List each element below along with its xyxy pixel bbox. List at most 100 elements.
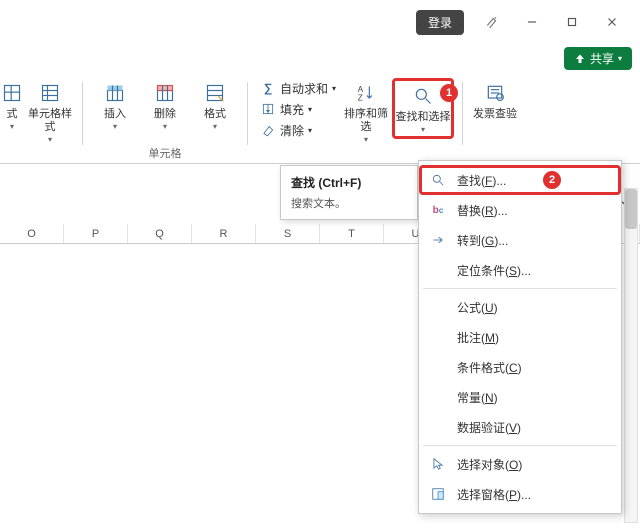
col-O[interactable]: O	[0, 224, 64, 243]
chevron-down-icon: ▾	[332, 84, 336, 93]
cell-styles-icon	[36, 80, 64, 106]
chevron-down-icon: ▾	[10, 122, 14, 131]
menu-constants[interactable]: 常量(N)	[419, 382, 621, 412]
clear-label: 清除	[280, 122, 304, 139]
menu-find[interactable]: 查找(F)... 2	[419, 165, 621, 195]
menu-const-label: 常量(N)	[457, 389, 498, 406]
chevron-down-icon: ▾	[308, 126, 312, 135]
menu-find-label: 查找(F)...	[457, 172, 506, 189]
menu-datavalid-label: 数据验证(V)	[457, 419, 521, 436]
selection-pane-icon	[429, 485, 447, 503]
menu-goto-label: 转到(G)...	[457, 232, 508, 249]
menu-notes[interactable]: 批注(M)	[419, 322, 621, 352]
find-select-label: 查找和选择	[396, 111, 451, 124]
col-S[interactable]: S	[256, 224, 320, 243]
invoice-icon	[481, 80, 509, 106]
delete-label: 删除	[154, 108, 176, 121]
close-button[interactable]	[592, 6, 632, 38]
delete-button[interactable]: 删除 ▾	[141, 78, 189, 133]
separator	[462, 82, 463, 145]
sort-filter-label: 排序和筛选	[342, 108, 390, 134]
share-button[interactable]: 共享 ▾	[564, 47, 632, 70]
cells-group-label: 单元格	[85, 145, 245, 161]
menu-selpane-label: 选择窗格(P)...	[457, 486, 531, 503]
scrollbar-thumb[interactable]	[625, 189, 637, 229]
menu-condfmt-label: 条件格式(C)	[457, 359, 522, 376]
conditional-format-button[interactable]: 式 ▾	[0, 78, 24, 146]
menu-separator	[423, 445, 617, 446]
blank-icon	[429, 358, 447, 376]
menu-goto-special[interactable]: 定位条件(S)...	[419, 255, 621, 285]
replace-icon: bc	[429, 201, 447, 219]
blank-icon	[429, 261, 447, 279]
cell-styles-button[interactable]: 单元格样式 ▾	[26, 78, 74, 146]
menu-notes-label: 批注(M)	[457, 329, 499, 346]
menu-replace-label: 替换(R)...	[457, 202, 508, 219]
insert-label: 插入	[104, 108, 126, 121]
separator	[247, 82, 248, 145]
title-bar: 登录	[0, 0, 640, 44]
menu-cond-format[interactable]: 条件格式(C)	[419, 352, 621, 382]
col-T[interactable]: T	[320, 224, 384, 243]
cell-styles-label: 单元格样式	[26, 108, 74, 134]
tooltip-body: 搜索文本。	[291, 195, 407, 211]
blank-icon	[429, 418, 447, 436]
fill-button[interactable]: 填充 ▾	[256, 99, 340, 119]
share-bar: 共享 ▾	[0, 44, 640, 74]
clear-button[interactable]: 清除 ▾	[256, 120, 340, 140]
magnifier-icon	[409, 83, 437, 109]
delete-icon	[151, 80, 179, 106]
sort-filter-button[interactable]: AZ 排序和筛选 ▾	[342, 78, 390, 146]
share-label: 共享	[590, 50, 614, 67]
col-P[interactable]: P	[64, 224, 128, 243]
arrow-right-icon	[429, 231, 447, 249]
cells-group: 插入 ▾ 删除 ▾ 格式 ▾ 单元格	[85, 78, 245, 163]
tooltip: 查找 (Ctrl+F) 搜索文本。	[280, 165, 418, 220]
vertical-scrollbar[interactable]	[624, 188, 638, 523]
sort-filter-icon: AZ	[352, 80, 380, 106]
blank-icon	[429, 388, 447, 406]
menu-select-objects[interactable]: 选择对象(O)	[419, 449, 621, 479]
chevron-down-icon: ▾	[308, 105, 312, 114]
blank-icon	[429, 328, 447, 346]
separator	[82, 82, 83, 145]
menu-replace[interactable]: bc 替换(R)...	[419, 195, 621, 225]
chevron-down-icon: ▾	[364, 135, 368, 144]
autosum-button[interactable]: ∑ 自动求和 ▾	[256, 78, 340, 98]
col-Q[interactable]: Q	[128, 224, 192, 243]
col-R[interactable]: R	[192, 224, 256, 243]
maximize-button[interactable]	[552, 6, 592, 38]
menu-special-label: 定位条件(S)...	[457, 262, 531, 279]
menu-data-validation[interactable]: 数据验证(V)	[419, 412, 621, 442]
menu-formulas-label: 公式(U)	[457, 299, 498, 316]
invoice-verify-button[interactable]: 发票查验	[471, 78, 519, 123]
insert-button[interactable]: 插入 ▾	[91, 78, 139, 133]
login-button[interactable]: 登录	[416, 10, 464, 35]
chevron-down-icon: ▾	[421, 125, 425, 134]
invoice-group: 发票查验	[465, 78, 525, 163]
fill-icon	[260, 101, 276, 117]
menu-formulas[interactable]: 公式(U)	[419, 292, 621, 322]
eraser-icon	[260, 122, 276, 138]
chevron-down-icon: ▾	[163, 122, 167, 131]
format-label: 格式	[204, 108, 226, 121]
menu-selection-pane[interactable]: 选择窗格(P)...	[419, 479, 621, 509]
ribbon: 式 ▾ 单元格样式 ▾ 插入 ▾ 删除 ▾ 格	[0, 74, 640, 164]
sigma-icon: ∑	[260, 80, 276, 96]
blank-icon	[429, 298, 447, 316]
menu-separator	[423, 288, 617, 289]
mode-switch-button[interactable]	[472, 6, 512, 38]
minimize-button[interactable]	[512, 6, 552, 38]
annotation-badge-1: 1	[440, 84, 458, 102]
find-select-menu: 查找(F)... 2 bc 替换(R)... 转到(G)... 定位条件(S).…	[418, 160, 622, 514]
annotation-badge-2: 2	[543, 171, 561, 189]
chevron-down-icon: ▾	[213, 122, 217, 131]
magnifier-icon	[429, 171, 447, 189]
format-button[interactable]: 格式 ▾	[191, 78, 239, 133]
autosum-label: 自动求和	[280, 80, 328, 97]
cond-format-icon	[0, 80, 26, 106]
pointer-icon	[429, 455, 447, 473]
menu-goto[interactable]: 转到(G)...	[419, 225, 621, 255]
invoice-label: 发票查验	[473, 108, 517, 121]
tooltip-title: 查找 (Ctrl+F)	[291, 174, 407, 191]
